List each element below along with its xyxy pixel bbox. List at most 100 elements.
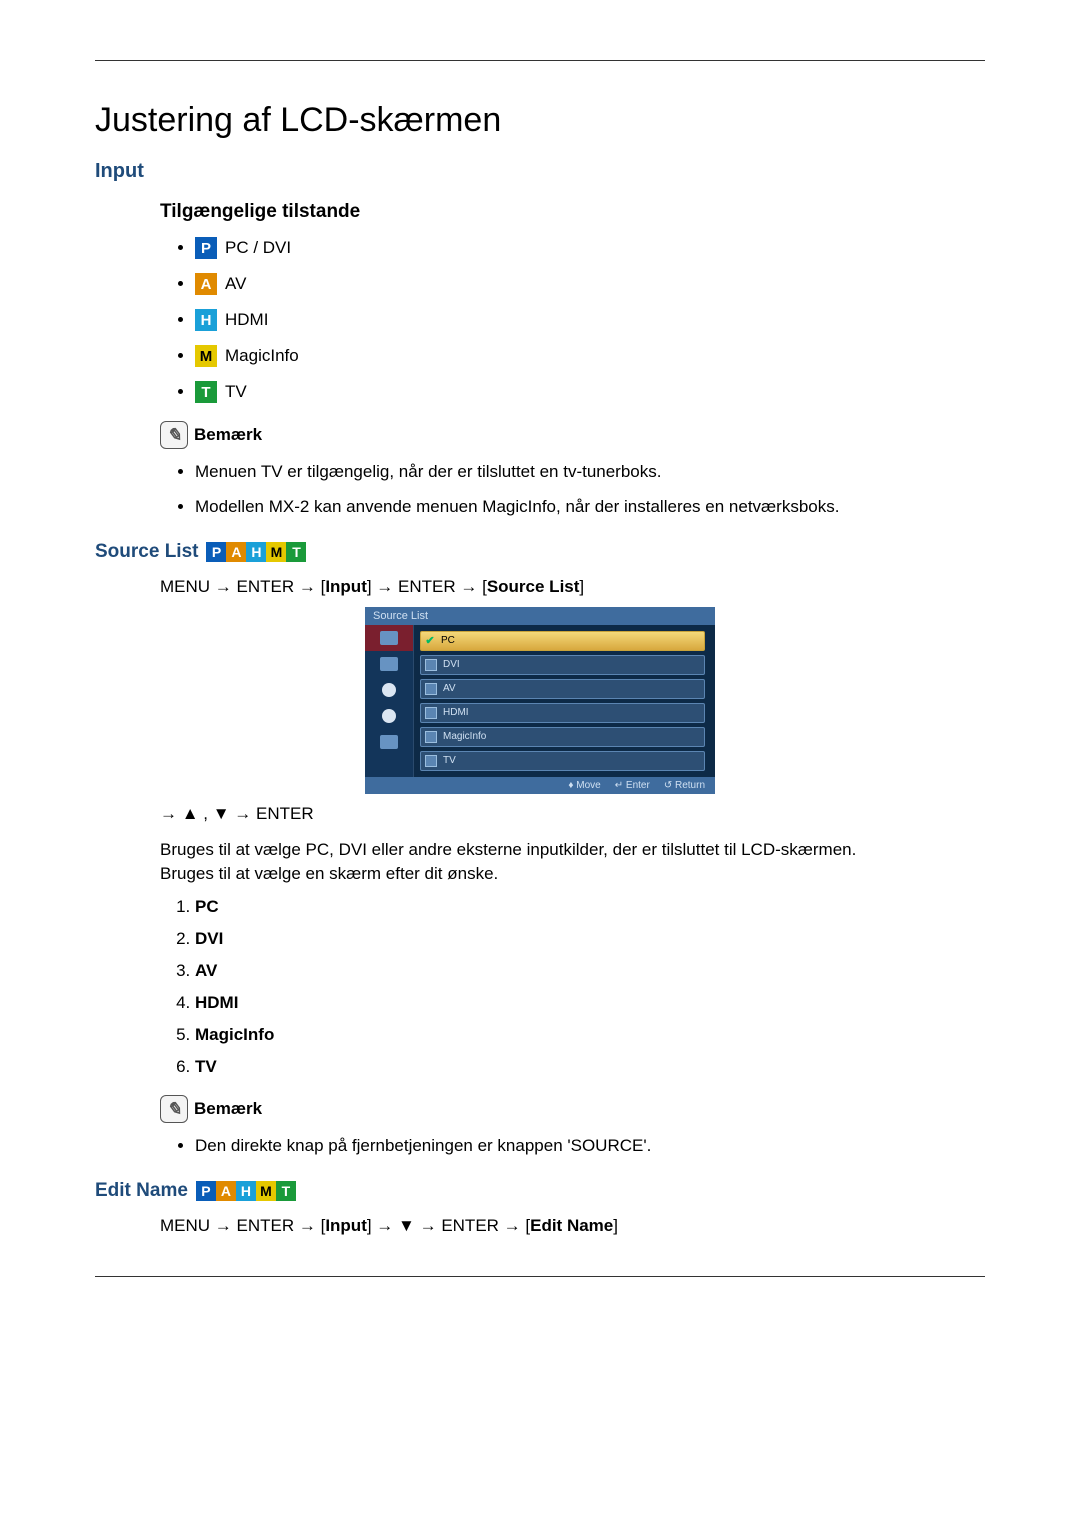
osd-row: DVI <box>420 655 705 675</box>
mode-label: AV <box>225 274 246 294</box>
list-item: HDMI <box>195 993 985 1013</box>
mode-item: T TV <box>195 381 985 403</box>
osd-side-item <box>365 703 413 729</box>
source-list-heading: Source List P A H M T <box>95 541 985 563</box>
note-row: ✎ Bemærk <box>160 421 985 449</box>
path-down: ▼ <box>398 1216 415 1235</box>
path-enter: ENTER <box>398 577 456 596</box>
osd-row: TV <box>420 751 705 771</box>
note-bullet: Modellen MX-2 kan anvende menuen MagicIn… <box>195 496 985 519</box>
badge-a-icon: A <box>226 542 246 562</box>
badge-t-icon: T <box>276 1181 296 1201</box>
top-rule <box>95 60 985 61</box>
list-item: AV <box>195 961 985 981</box>
menu-path: MENU → ENTER → [Input] → ▼ → ENTER → [Ed… <box>160 1216 985 1236</box>
modes-heading: Tilgængelige tilstande <box>160 201 985 223</box>
page-title: Justering af LCD-skærmen <box>95 101 985 140</box>
sound-icon <box>382 683 396 697</box>
multi-icon <box>380 735 398 749</box>
source-list-label: Source List <box>95 541 198 563</box>
picture-icon <box>380 657 398 671</box>
osd-side-item <box>365 729 413 755</box>
menu-path: MENU → ENTER → [Input] → ENTER → [Source… <box>160 577 985 597</box>
desc1: Bruges til at vælge PC, DVI eller andre … <box>160 840 856 859</box>
source-desc: Bruges til at vælge PC, DVI eller andre … <box>160 838 985 886</box>
path-menu: MENU <box>160 1216 210 1235</box>
square-icon <box>425 683 437 695</box>
mode-label: TV <box>225 382 247 402</box>
osd-row: HDMI <box>420 703 705 723</box>
input-icon <box>380 631 398 645</box>
note-bullet: Den direkte knap på fjernbetjeningen er … <box>195 1135 985 1158</box>
badge-m-icon: M <box>266 542 286 562</box>
path-source: Source List <box>487 577 580 596</box>
osd-sidebar <box>365 625 414 777</box>
badge-m-icon: M <box>195 345 217 367</box>
document-page: Justering af LCD-skærmen Input Tilgængel… <box>0 0 1080 1317</box>
osd-row: AV <box>420 679 705 699</box>
path-edit: Edit Name <box>530 1216 613 1235</box>
badge-t-icon: T <box>195 381 217 403</box>
square-icon <box>425 731 437 743</box>
osd-row-label: HDMI <box>443 707 469 718</box>
list-item: MagicInfo <box>195 1025 985 1045</box>
desc2: Bruges til at vælge en skærm efter dit ø… <box>160 864 498 883</box>
badge-a-icon: A <box>195 273 217 295</box>
mode-item: A AV <box>195 273 985 295</box>
mode-item: P PC / DVI <box>195 237 985 259</box>
setup-icon <box>382 709 396 723</box>
square-icon <box>425 659 437 671</box>
osd-row-label: DVI <box>443 659 460 670</box>
mode-label: MagicInfo <box>225 346 299 366</box>
source-items: PC DVI AV HDMI MagicInfo TV <box>195 897 985 1077</box>
osd-title: Source List <box>365 607 715 625</box>
edit-name-label: Edit Name <box>95 1180 188 1202</box>
osd-row-selected: ✔ PC <box>420 631 705 651</box>
path-input: Input <box>325 1216 367 1235</box>
osd-footer: ♦ Move ↵ Enter ↺ Return <box>365 777 715 794</box>
note-label: Bemærk <box>194 1099 262 1119</box>
badge-p-icon: P <box>206 542 226 562</box>
badge-h-icon: H <box>236 1181 256 1201</box>
badge-a-icon: A <box>216 1181 236 1201</box>
bottom-rule <box>95 1276 985 1277</box>
badge-t-icon: T <box>286 542 306 562</box>
check-icon: ✔ <box>425 636 435 646</box>
edit-name-heading: Edit Name P A H M T <box>95 1180 985 1202</box>
path-enter: ENTER <box>237 577 295 596</box>
osd-row-label: TV <box>443 755 456 766</box>
note-bullet: Menuen TV er tilgængelig, når der er til… <box>195 461 985 484</box>
badge-p-icon: P <box>196 1181 216 1201</box>
mode-item: M MagicInfo <box>195 345 985 367</box>
nav-line: → ▲ , ▼ → ENTER <box>160 804 985 824</box>
list-item: TV <box>195 1057 985 1077</box>
osd-row-label: MagicInfo <box>443 731 486 742</box>
osd-row: MagicInfo <box>420 727 705 747</box>
list-item: PC <box>195 897 985 917</box>
osd-foot-return: ↺ Return <box>664 780 705 791</box>
path-enter: ENTER <box>441 1216 499 1235</box>
path-input: Input <box>325 577 367 596</box>
badge-h-icon: H <box>195 309 217 331</box>
osd-side-item <box>365 677 413 703</box>
modes-list: P PC / DVI A AV H HDMI M MagicInfo T TV <box>195 237 985 403</box>
note-icon: ✎ <box>160 1095 188 1123</box>
path-enter: ENTER <box>237 1216 295 1235</box>
badge-p-icon: P <box>195 237 217 259</box>
osd-foot-move: ♦ Move <box>568 780 600 791</box>
note-bullets: Den direkte knap på fjernbetjeningen er … <box>195 1135 985 1158</box>
osd-side-item <box>365 651 413 677</box>
osd-foot-enter: ↵ Enter <box>615 780 650 791</box>
list-item: DVI <box>195 929 985 949</box>
osd-side-item <box>365 625 413 651</box>
path-menu: MENU <box>160 577 210 596</box>
note-bullets: Menuen TV er tilgængelig, når der er til… <box>195 461 985 519</box>
osd-row-label: PC <box>441 635 455 646</box>
note-row: ✎ Bemærk <box>160 1095 985 1123</box>
badge-h-icon: H <box>246 542 266 562</box>
mode-item: H HDMI <box>195 309 985 331</box>
mode-label: HDMI <box>225 310 268 330</box>
badge-m-icon: M <box>256 1181 276 1201</box>
square-icon <box>425 755 437 767</box>
badge-strip-icon: P A H M T <box>196 1181 296 1201</box>
